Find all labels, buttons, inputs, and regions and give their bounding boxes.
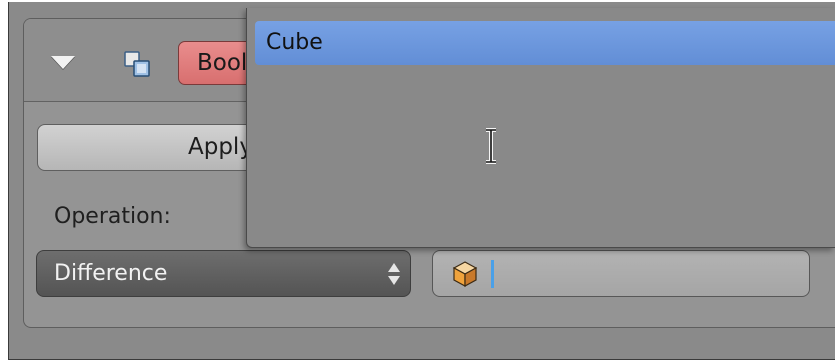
operation-label: Operation: — [54, 204, 171, 229]
cube-object-icon — [452, 261, 478, 288]
text-caret — [491, 260, 494, 288]
text-ibeam-cursor — [486, 128, 496, 164]
dropdown-item-cube[interactable]: Cube — [255, 21, 835, 65]
object-search-dropdown: Cube — [246, 8, 835, 248]
triangle-down-icon[interactable] — [51, 56, 75, 69]
operation-select[interactable]: Difference — [36, 250, 411, 297]
object-field[interactable] — [432, 250, 810, 297]
boolean-modifier-icon — [124, 51, 150, 77]
up-down-arrows-icon — [388, 260, 400, 288]
operation-select-value: Difference — [54, 261, 168, 286]
screenshot-canvas: Boolean Apply Operation: Difference Cube — [0, 0, 835, 363]
